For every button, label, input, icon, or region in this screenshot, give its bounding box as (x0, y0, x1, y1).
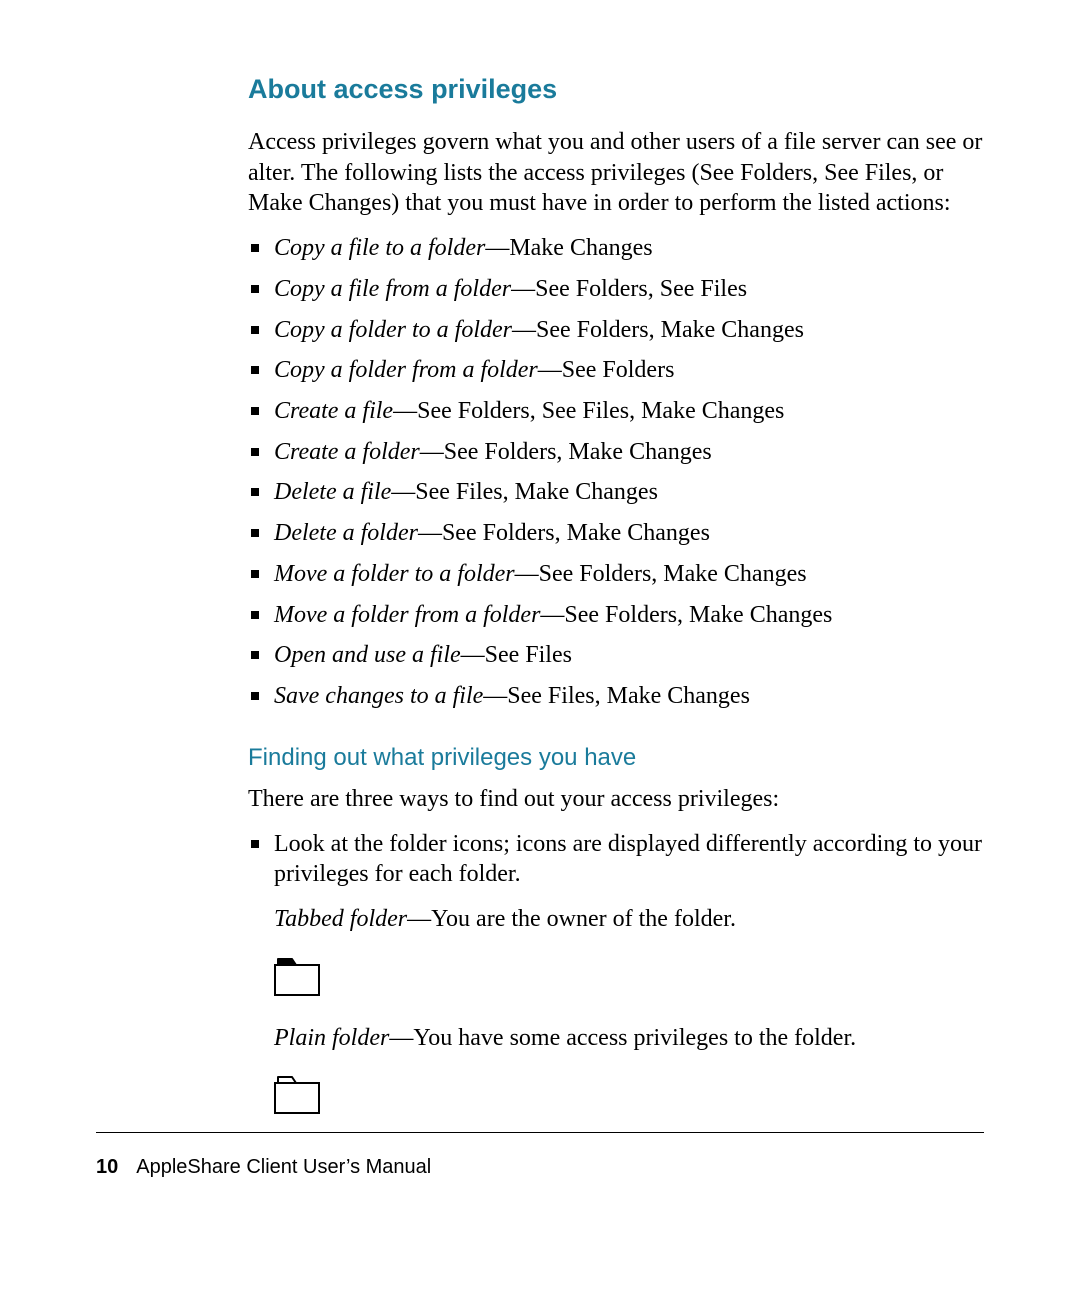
privilege-desc: —See Files (461, 642, 572, 668)
privilege-term: Save changes to a file (274, 683, 483, 709)
privilege-desc: —See Folders, See Files (511, 276, 747, 302)
list-item: Open and use a file—See Files (248, 640, 998, 671)
list-item: Look at the folder icons; icons are disp… (248, 829, 998, 1116)
folder-type-line: Plain folder—You have some access privil… (274, 1023, 998, 1054)
privilege-desc: —See Folders, See Files, Make Changes (393, 398, 784, 424)
privileges-list: Copy a file to a folder—Make Changes Cop… (248, 233, 998, 712)
privilege-term: Delete a file (274, 479, 391, 505)
intro-paragraph: Access privileges govern what you and ot… (248, 127, 998, 219)
folder-type-desc: —You have some access privileges to the … (389, 1025, 856, 1051)
list-item: Move a folder from a folder—See Folders,… (248, 600, 998, 631)
privilege-term: Create a folder (274, 439, 420, 465)
privilege-desc: —See Folders, Make Changes (540, 602, 832, 628)
privilege-term: Copy a file to a folder (274, 235, 485, 261)
section-heading: About access privileges (248, 74, 998, 105)
list-item: Delete a folder—See Folders, Make Change… (248, 518, 998, 549)
list-item: Copy a file from a folder—See Folders, S… (248, 274, 998, 305)
privilege-term: Delete a folder (274, 520, 418, 546)
list-item: Create a file—See Folders, See Files, Ma… (248, 396, 998, 427)
privilege-term: Copy a folder from a folder (274, 357, 538, 383)
footer-rule (96, 1132, 984, 1133)
privilege-desc: —See Files, Make Changes (391, 479, 658, 505)
privilege-desc: —See Files, Make Changes (483, 683, 750, 709)
privilege-desc: —See Folders, Make Changes (512, 317, 804, 343)
privilege-term: Copy a folder to a folder (274, 317, 512, 343)
manual-title: AppleShare Client User’s Manual (136, 1156, 431, 1178)
privilege-term: Create a file (274, 398, 393, 424)
folder-type-desc: —You are the owner of the folder. (407, 906, 736, 932)
privilege-desc: —Make Changes (485, 235, 652, 261)
privilege-desc: —See Folders, Make Changes (515, 561, 807, 587)
list-item: Save changes to a file—See Files, Make C… (248, 681, 998, 712)
privilege-desc: —See Folders (538, 357, 675, 383)
list-item: Move a folder to a folder—See Folders, M… (248, 559, 998, 590)
list-item: Copy a file to a folder—Make Changes (248, 233, 998, 264)
privilege-term: Move a folder from a folder (274, 602, 540, 628)
folder-type-term: Tabbed folder (274, 906, 407, 932)
methods-list: Look at the folder icons; icons are disp… (248, 829, 998, 1116)
list-item: Create a folder—See Folders, Make Change… (248, 437, 998, 468)
subsection-heading: Finding out what privileges you have (248, 744, 998, 772)
list-item: Delete a file—See Files, Make Changes (248, 477, 998, 508)
privilege-term: Move a folder to a folder (274, 561, 515, 587)
privilege-desc: —See Folders, Make Changes (420, 439, 712, 465)
folder-type-term: Plain folder (274, 1025, 389, 1051)
method-text: Look at the folder icons; icons are disp… (274, 831, 982, 888)
privilege-term: Open and use a file (274, 642, 461, 668)
tabbed-folder-icon (274, 955, 998, 997)
page-number: 10 (96, 1156, 118, 1178)
content-column: About access privileges Access privilege… (248, 74, 998, 1141)
plain-folder-icon (274, 1073, 998, 1115)
list-item: Copy a folder from a folder—See Folders (248, 355, 998, 386)
document-page: About access privileges Access privilege… (0, 0, 1080, 1296)
page-footer: 10 AppleShare Client User’s Manual (96, 1156, 431, 1179)
sub-intro-paragraph: There are three ways to find out your ac… (248, 784, 998, 815)
privilege-desc: —See Folders, Make Changes (418, 520, 710, 546)
list-item: Copy a folder to a folder—See Folders, M… (248, 315, 998, 346)
folder-type-line: Tabbed folder—You are the owner of the f… (274, 904, 998, 935)
privilege-term: Copy a file from a folder (274, 276, 511, 302)
